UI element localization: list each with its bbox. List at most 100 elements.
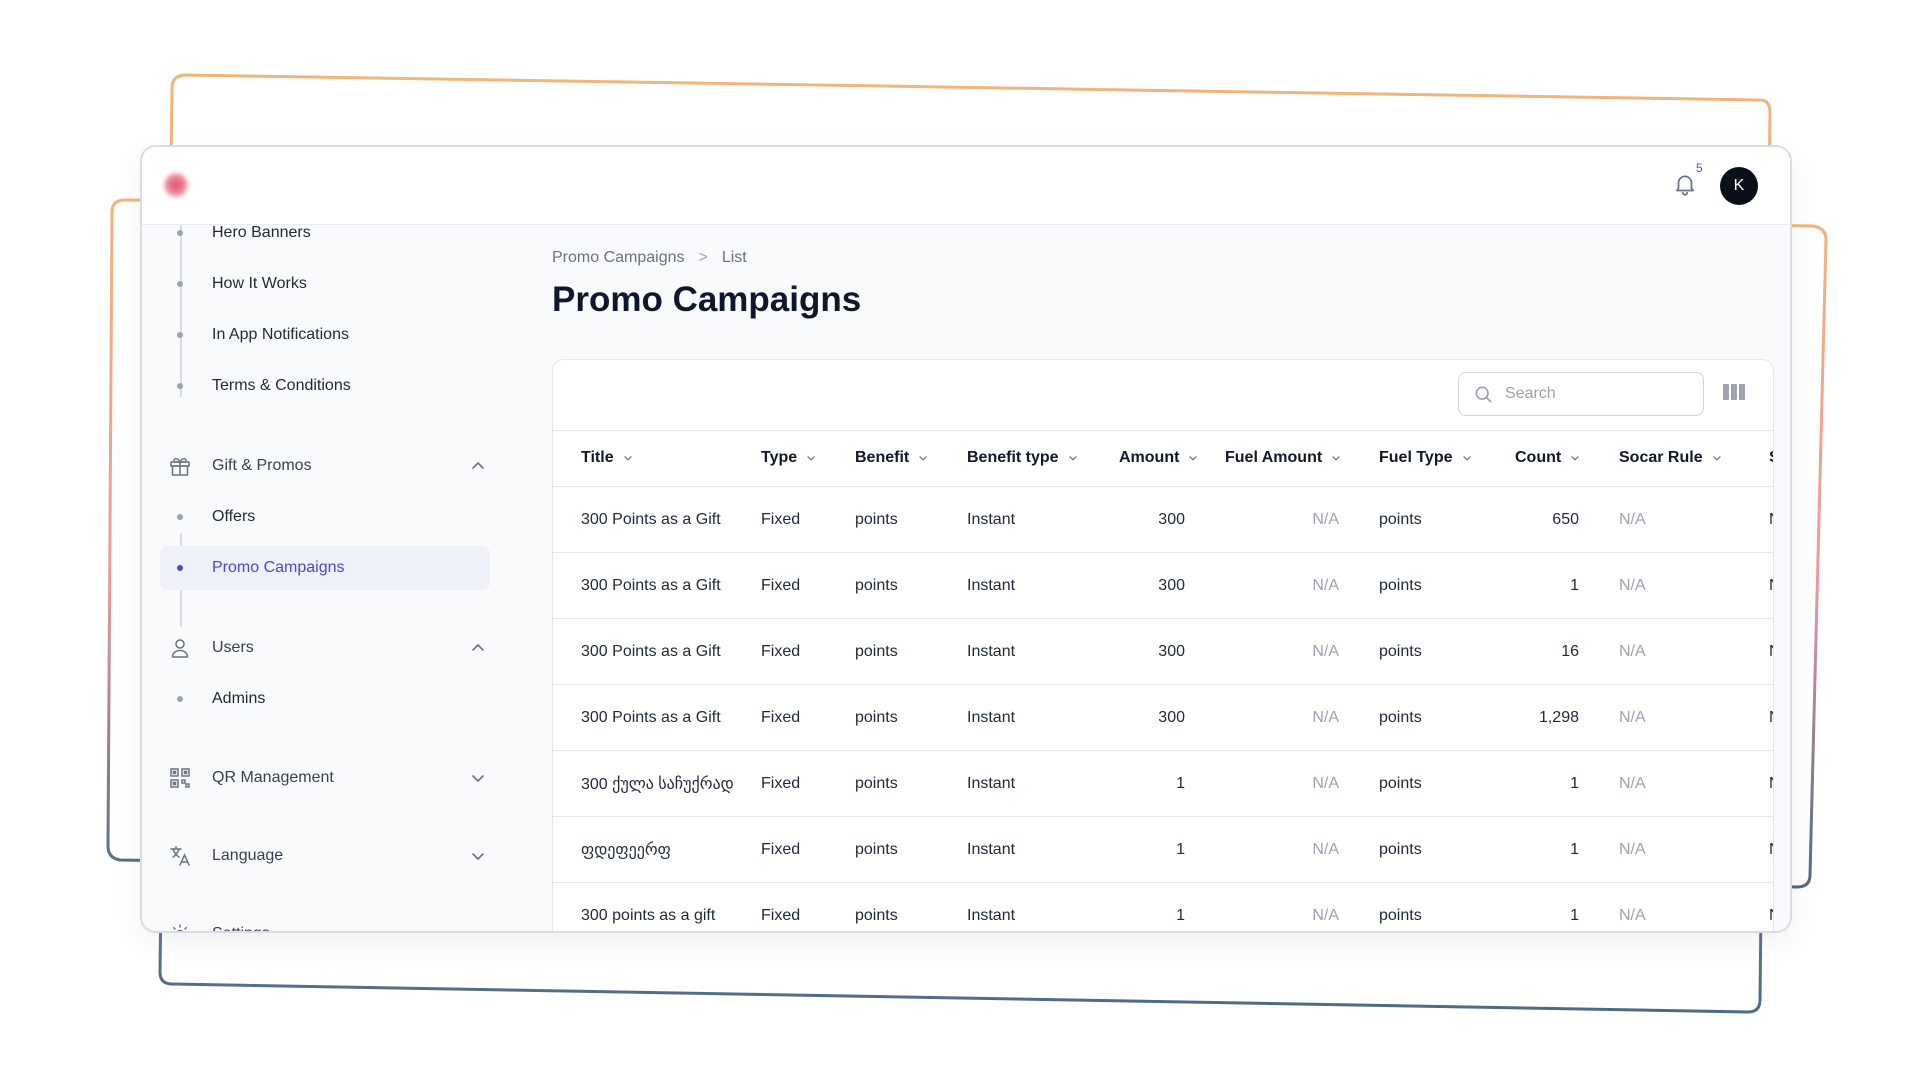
cell-fuel-type: points [1351, 684, 1487, 751]
cell-socar-rule: N/A [1591, 552, 1741, 619]
sidebar-item-promo-campaigns[interactable]: Promo Campaigns [160, 546, 490, 590]
sidebar-group-qr-management[interactable]: QR Management [160, 756, 490, 800]
column-header-benefit-type[interactable]: Benefit type [939, 430, 1091, 487]
sidebar-item-label: Admins [212, 690, 266, 707]
column-header-title[interactable]: Title [553, 430, 733, 487]
table-row[interactable]: 300 Points as a Gift Fixed points Instant 30… [553, 618, 1773, 685]
search-box[interactable] [1458, 372, 1704, 416]
cell-benefit: points [827, 750, 939, 817]
cell-benefit: points [827, 552, 939, 619]
sidebar-item-terms-conditions[interactable]: Terms & Conditions [160, 364, 490, 408]
qr-icon [170, 768, 190, 788]
column-header-fuel-amount[interactable]: Fuel Amount [1197, 430, 1351, 487]
cell-socar-rule: N/A [1591, 882, 1741, 931]
cell-benefit-type: Instant [939, 552, 1091, 619]
cell-count: 1,298 [1487, 684, 1591, 751]
cell-benefit-type: Instant [939, 684, 1091, 751]
cell-type: Fixed [733, 882, 827, 931]
table-row[interactable]: 300 Points as a Gift Fixed points Instant 30… [553, 486, 1773, 553]
sidebar-item-offers[interactable]: Offers [160, 495, 490, 539]
search-input[interactable] [1503, 384, 1687, 404]
cell-type: Fixed [733, 750, 827, 817]
cell-fuel-amount: N/A [1197, 816, 1351, 883]
cell-benefit: points [827, 486, 939, 553]
user-avatar[interactable]: K [1720, 167, 1758, 205]
cell-truncated: N [1741, 684, 1773, 751]
chevron-down-icon [919, 455, 927, 461]
column-header-type[interactable]: Type [733, 430, 827, 487]
table-row[interactable]: 300 ქულა საჩუქრად Fixed points Instant 1 N/A p… [553, 750, 1773, 817]
campaigns-table: Title Type Benefit Benefit type Amount F… [553, 430, 1773, 931]
page-title: Promo Campaigns [552, 280, 862, 319]
column-header-fuel-type[interactable]: Fuel Type [1351, 430, 1487, 487]
cell-benefit-type: Instant [939, 750, 1091, 817]
chevron-down-icon [472, 853, 484, 861]
columns-toggle-icon[interactable] [1723, 382, 1745, 402]
cell-benefit-type: Instant [939, 618, 1091, 685]
table-row[interactable]: ფდეფეერფ Fixed points Instant 1 N/A points 1 N/A… [553, 816, 1773, 883]
column-header-amount[interactable]: Amount [1091, 430, 1198, 487]
chevron-down-icon [1571, 455, 1579, 461]
column-header-label: S [1769, 449, 1773, 466]
column-header-label: Benefit type [967, 449, 1059, 466]
cell-amount: 1 [1091, 750, 1197, 817]
sidebar-group-language[interactable]: Language [160, 834, 490, 878]
cell-title: 300 Points as a Gift [553, 684, 733, 751]
column-header-label: Amount [1119, 449, 1180, 466]
sidebar-item-admins[interactable]: Admins [160, 677, 490, 721]
breadcrumb: Promo Campaigns > List [552, 249, 747, 267]
notifications-button[interactable] [1672, 171, 1704, 203]
cell-truncated: N [1741, 486, 1773, 553]
column-header-benefit[interactable]: Benefit [827, 430, 939, 487]
sidebar-item-how-it-works[interactable]: How It Works [160, 262, 490, 306]
chevron-down-icon [807, 455, 815, 461]
table-row[interactable]: 300 Points as a Gift Fixed points Instant 30… [553, 552, 1773, 619]
column-header-label: Fuel Type [1379, 449, 1453, 466]
sidebar-group-users[interactable]: Users [160, 626, 490, 670]
cell-title: 300 Points as a Gift [553, 552, 733, 619]
chevron-down-icon [1332, 455, 1340, 461]
cell-amount: 300 [1091, 552, 1197, 619]
cell-fuel-type: points [1351, 816, 1487, 883]
table-row[interactable]: 300 points as a gift Fixed points Instant 1 N… [553, 882, 1773, 931]
cell-type: Fixed [733, 618, 827, 685]
cell-title: ფდეფეერფ [553, 816, 733, 883]
breadcrumb-parent-link[interactable]: Promo Campaigns [552, 249, 685, 267]
column-header-truncated[interactable]: S [1741, 430, 1773, 487]
sidebar-group-label: Gift & Promos [212, 457, 312, 474]
cell-amount: 1 [1091, 816, 1197, 883]
chevron-down-icon [472, 775, 484, 783]
cell-truncated: N [1741, 552, 1773, 619]
table-toolbar [553, 360, 1773, 431]
sidebar-group-label: Users [212, 639, 254, 656]
cell-amount: 1 [1091, 882, 1197, 931]
sidebar-item-label: Hero Banners [212, 224, 311, 241]
sidebar-group-label: QR Management [212, 769, 334, 786]
cell-count: 650 [1487, 486, 1591, 553]
sidebar-group-gift-promos[interactable]: Gift & Promos [160, 444, 490, 488]
cell-socar-rule: N/A [1591, 750, 1741, 817]
cell-socar-rule: N/A [1591, 486, 1741, 553]
brand-logo[interactable] [164, 173, 188, 197]
cell-type: Fixed [733, 552, 827, 619]
sidebar-group-settings[interactable]: Settings [160, 912, 490, 933]
cell-fuel-type: points [1351, 882, 1487, 931]
sidebar-item-label: Terms & Conditions [212, 377, 351, 394]
bullet [177, 565, 183, 571]
sidebar-item-hero-banners[interactable]: Hero Banners [160, 211, 490, 255]
table-body: 300 Points as a Gift Fixed points Instant 30… [553, 486, 1773, 931]
cell-socar-rule: N/A [1591, 816, 1741, 883]
cell-benefit: points [827, 684, 939, 751]
column-header-count[interactable]: Count [1487, 430, 1591, 487]
sidebar-group-label: Settings [212, 925, 270, 931]
cell-truncated: N [1741, 750, 1773, 817]
table-header-row: Title Type Benefit Benefit type Amount F… [553, 430, 1773, 487]
cell-type: Fixed [733, 486, 827, 553]
cell-title: 300 points as a gift [553, 882, 733, 931]
table-row[interactable]: 300 Points as a Gift Fixed points Instant 30… [553, 684, 1773, 751]
cell-amount: 300 [1091, 486, 1197, 553]
sidebar-item-in-app-notifications[interactable]: In App Notifications [160, 313, 490, 357]
chevron-down-icon [468, 924, 488, 933]
column-header-socar-rule[interactable]: Socar Rule [1591, 430, 1741, 487]
column-header-label: Benefit [855, 449, 910, 466]
